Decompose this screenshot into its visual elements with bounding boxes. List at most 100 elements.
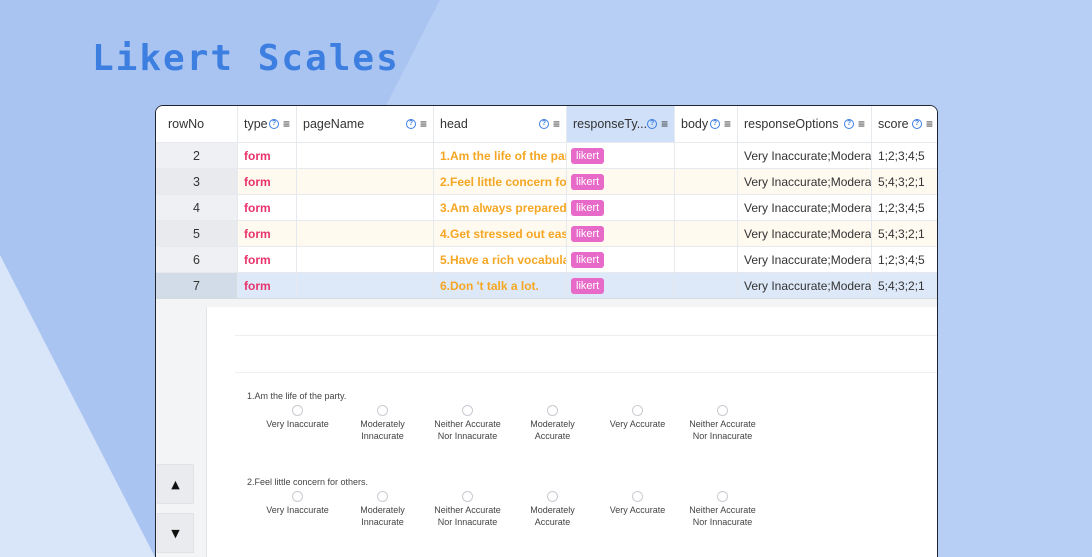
- cell-score[interactable]: 5;4;3;2;1: [872, 169, 937, 195]
- column-menu-icon[interactable]: ≡: [724, 117, 731, 131]
- cell-body[interactable]: [675, 195, 738, 221]
- cell-score[interactable]: 1;2;3;4;5: [872, 195, 937, 221]
- cell-head[interactable]: 2.Feel little concern for o: [434, 169, 567, 195]
- cell-score[interactable]: 5;4;3;2;1: [872, 273, 937, 299]
- likert-option[interactable]: Very Accurate: [595, 405, 680, 442]
- cell-body[interactable]: [675, 169, 738, 195]
- cell-head[interactable]: 6.Don 't talk a lot.: [434, 273, 567, 299]
- radio-button[interactable]: [717, 405, 728, 416]
- table-row[interactable]: 6 form 5.Have a rich vocabulary likert V…: [156, 247, 937, 273]
- header-score[interactable]: score? ≡: [872, 106, 937, 143]
- cell-responseoptions[interactable]: Very Inaccurate;Moderat: [738, 273, 872, 299]
- column-menu-icon[interactable]: ≡: [553, 117, 560, 131]
- radio-button[interactable]: [292, 405, 303, 416]
- header-pagename[interactable]: pageName? ≡: [297, 106, 434, 143]
- likert-option[interactable]: Very Inaccurate: [255, 491, 340, 528]
- radio-button[interactable]: [462, 491, 473, 502]
- cell-responsetype[interactable]: likert: [567, 273, 675, 299]
- radio-button[interactable]: [547, 405, 558, 416]
- cell-body[interactable]: [675, 273, 738, 299]
- cell-head[interactable]: 3.Am always prepared.: [434, 195, 567, 221]
- radio-button[interactable]: [377, 405, 388, 416]
- cell-pagename[interactable]: [297, 273, 434, 299]
- help-icon[interactable]: ?: [405, 119, 416, 129]
- cell-head[interactable]: 1.Am the life of the party: [434, 143, 567, 169]
- header-rowno[interactable]: rowNo: [156, 106, 238, 143]
- cell-pagename[interactable]: [297, 169, 434, 195]
- cell-head[interactable]: 5.Have a rich vocabulary: [434, 247, 567, 273]
- cell-responseoptions[interactable]: Very Inaccurate;Moderat: [738, 247, 872, 273]
- likert-option[interactable]: Neither Accurate Nor Innacurate: [425, 491, 510, 528]
- cell-head[interactable]: 4.Get stressed out easily: [434, 221, 567, 247]
- cell-responsetype[interactable]: likert: [567, 169, 675, 195]
- cell-responsetype[interactable]: likert: [567, 221, 675, 247]
- column-menu-icon[interactable]: ≡: [283, 117, 290, 131]
- cell-rowno[interactable]: 6: [156, 247, 238, 273]
- likert-option[interactable]: Moderately Accurate: [510, 405, 595, 442]
- column-menu-icon[interactable]: ≡: [661, 117, 668, 131]
- cell-rowno[interactable]: 7: [156, 273, 238, 299]
- cell-pagename[interactable]: [297, 247, 434, 273]
- cell-rowno[interactable]: 4: [156, 195, 238, 221]
- radio-button[interactable]: [292, 491, 303, 502]
- cell-type[interactable]: form: [238, 169, 297, 195]
- cell-responseoptions[interactable]: Very Inaccurate;Moderat: [738, 221, 872, 247]
- cell-body[interactable]: [675, 221, 738, 247]
- header-type[interactable]: type? ≡: [238, 106, 297, 143]
- likert-option[interactable]: Neither Accurate Nor Innacurate: [680, 405, 765, 442]
- likert-option[interactable]: Very Inaccurate: [255, 405, 340, 442]
- cell-type[interactable]: form: [238, 273, 297, 299]
- radio-button[interactable]: [462, 405, 473, 416]
- cell-score[interactable]: 1;2;3;4;5: [872, 143, 937, 169]
- cell-rowno[interactable]: 2: [156, 143, 238, 169]
- cell-type[interactable]: form: [238, 247, 297, 273]
- help-icon[interactable]: ?: [538, 119, 549, 129]
- cell-pagename[interactable]: [297, 221, 434, 247]
- cell-body[interactable]: [675, 143, 738, 169]
- cell-type[interactable]: form: [238, 221, 297, 247]
- likert-option[interactable]: Very Accurate: [595, 491, 680, 528]
- likert-option[interactable]: Moderately Accurate: [510, 491, 595, 528]
- scroll-down-button[interactable]: ▼: [157, 513, 194, 553]
- cell-responsetype[interactable]: likert: [567, 195, 675, 221]
- table-row[interactable]: 5 form 4.Get stressed out easily likert …: [156, 221, 937, 247]
- header-responsetype[interactable]: responseTy...? ≡: [567, 106, 675, 143]
- cell-pagename[interactable]: [297, 195, 434, 221]
- header-responseoptions[interactable]: responseOptions? ≡: [738, 106, 872, 143]
- column-menu-icon[interactable]: ≡: [926, 117, 933, 131]
- cell-responsetype[interactable]: likert: [567, 143, 675, 169]
- column-menu-icon[interactable]: ≡: [858, 117, 865, 131]
- cell-type[interactable]: form: [238, 143, 297, 169]
- help-icon[interactable]: ?: [911, 119, 922, 129]
- help-icon[interactable]: ?: [268, 119, 279, 129]
- likert-option[interactable]: Neither Accurate Nor Innacurate: [680, 491, 765, 528]
- column-menu-icon[interactable]: ≡: [420, 117, 427, 131]
- cell-responsetype[interactable]: likert: [567, 247, 675, 273]
- radio-button[interactable]: [547, 491, 558, 502]
- cell-responseoptions[interactable]: Very Inaccurate;Moderat: [738, 195, 872, 221]
- cell-rowno[interactable]: 5: [156, 221, 238, 247]
- scroll-up-button[interactable]: ▲: [157, 464, 194, 504]
- cell-score[interactable]: 1;2;3;4;5: [872, 247, 937, 273]
- help-icon[interactable]: ?: [843, 119, 854, 129]
- radio-button[interactable]: [717, 491, 728, 502]
- help-icon[interactable]: ?: [647, 119, 658, 129]
- header-head[interactable]: head? ≡: [434, 106, 567, 143]
- table-row-selected[interactable]: 7 form 6.Don 't talk a lot. likert Very …: [156, 273, 937, 299]
- cell-type[interactable]: form: [238, 195, 297, 221]
- cell-responseoptions[interactable]: Very Inaccurate;Moderat: [738, 169, 872, 195]
- radio-button[interactable]: [377, 491, 388, 502]
- table-row[interactable]: 2 form 1.Am the life of the party likert…: [156, 143, 937, 169]
- help-icon[interactable]: ?: [709, 119, 720, 129]
- cell-body[interactable]: [675, 247, 738, 273]
- likert-option[interactable]: Neither Accurate Nor Innacurate: [425, 405, 510, 442]
- table-row[interactable]: 3 form 2.Feel little concern for o liker…: [156, 169, 937, 195]
- radio-button[interactable]: [632, 491, 643, 502]
- cell-responseoptions[interactable]: Very Inaccurate;Moderat: [738, 143, 872, 169]
- likert-option[interactable]: Moderately Innacurate: [340, 491, 425, 528]
- radio-button[interactable]: [632, 405, 643, 416]
- cell-pagename[interactable]: [297, 143, 434, 169]
- table-row[interactable]: 4 form 3.Am always prepared. likert Very…: [156, 195, 937, 221]
- cell-rowno[interactable]: 3: [156, 169, 238, 195]
- likert-option[interactable]: Moderately Innacurate: [340, 405, 425, 442]
